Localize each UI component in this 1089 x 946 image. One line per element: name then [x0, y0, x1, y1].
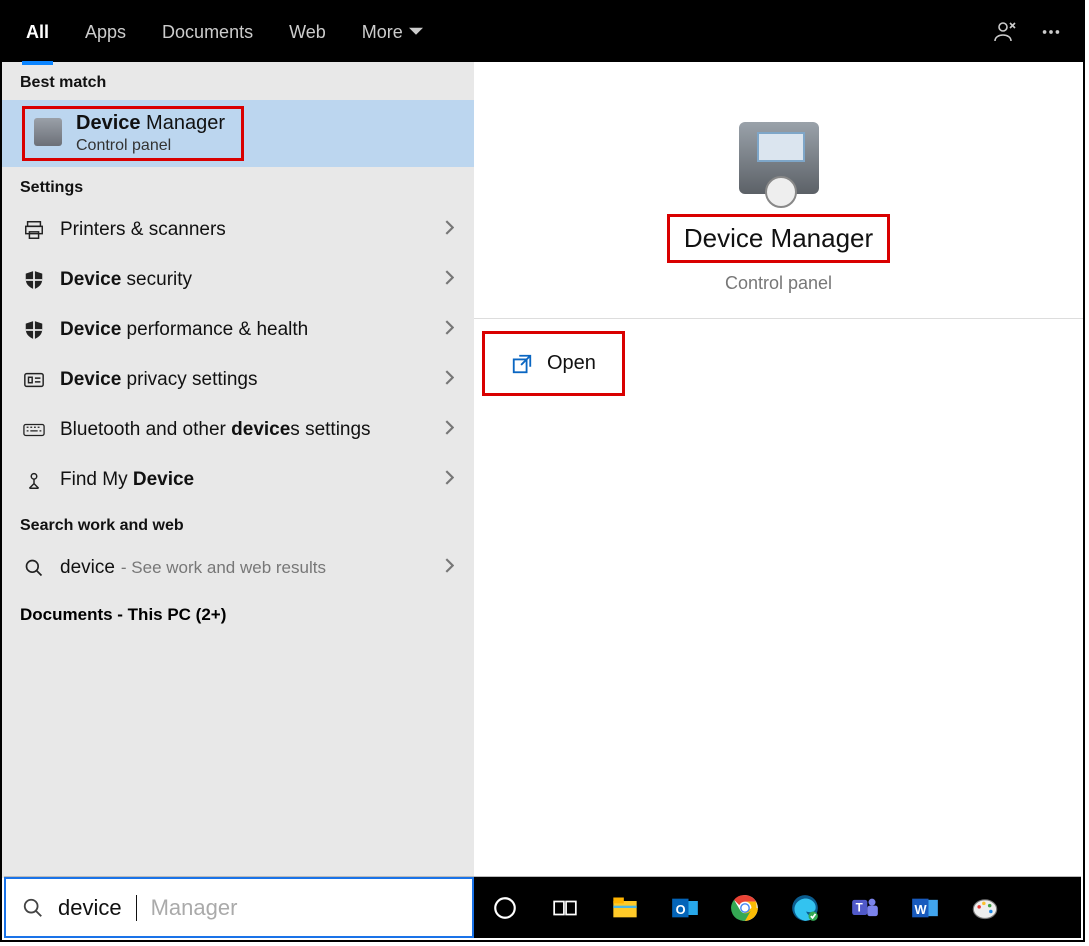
settings-item-label: Device privacy settings — [60, 369, 445, 391]
best-match-subtitle: Control panel — [76, 137, 454, 155]
chevron-right-icon — [445, 470, 454, 490]
printer-icon — [22, 218, 46, 242]
documents-heading: Documents - This PC (2+) — [2, 593, 474, 633]
detail-subtitle: Control panel — [474, 273, 1083, 294]
tab-documents[interactable]: Documents — [158, 4, 257, 61]
taskbar-word-icon[interactable]: W — [908, 891, 942, 925]
chevron-right-icon — [445, 420, 454, 440]
svg-text:W: W — [915, 901, 928, 916]
keyboard-icon — [22, 418, 46, 442]
settings-item-device-performance[interactable]: Device performance & health — [2, 305, 474, 355]
search-icon — [22, 897, 44, 919]
settings-item-label: Find My Device — [60, 469, 445, 491]
tab-all[interactable]: All — [22, 4, 53, 61]
taskbar-outlook-icon[interactable]: O — [668, 891, 702, 925]
best-match-heading: Best match — [2, 62, 474, 100]
settings-item-device-privacy[interactable]: Device privacy settings — [2, 355, 474, 405]
chevron-right-icon — [445, 320, 454, 340]
chevron-right-icon — [445, 558, 454, 578]
taskbar-cortana-icon[interactable] — [488, 891, 522, 925]
search-web-item[interactable]: device - See work and web results — [2, 543, 474, 593]
annotation-highlight: Device Manager — [667, 214, 890, 263]
shield-icon — [22, 268, 46, 292]
settings-item-bluetooth-devices[interactable]: Bluetooth and other devices settings — [2, 405, 474, 455]
taskbar-taskview-icon[interactable] — [548, 891, 582, 925]
best-match-title: Device Manager — [76, 112, 454, 135]
taskbar-file-explorer-icon[interactable] — [608, 891, 642, 925]
chevron-right-icon — [445, 270, 454, 290]
settings-item-label: Device performance & health — [60, 319, 445, 341]
device-manager-icon — [34, 118, 62, 146]
best-match-result[interactable]: Device Manager Control panel — [2, 100, 474, 167]
settings-item-label: Printers & scanners — [60, 219, 445, 241]
open-action[interactable]: Open — [482, 331, 625, 396]
search-icon — [22, 556, 46, 580]
search-work-web-heading: Search work and web — [2, 505, 474, 543]
search-filter-tabs: All Apps Documents Web More — [2, 2, 1083, 62]
more-options-icon[interactable] — [1039, 20, 1063, 44]
svg-text:T: T — [856, 901, 863, 914]
chevron-down-icon — [409, 25, 423, 39]
chevron-right-icon — [445, 220, 454, 240]
open-label: Open — [547, 352, 596, 375]
open-external-icon — [511, 353, 533, 375]
detail-title: Device Manager — [684, 223, 873, 254]
tab-apps[interactable]: Apps — [81, 4, 130, 61]
shield-icon — [22, 318, 46, 342]
settings-item-label: Bluetooth and other devices settings — [60, 419, 445, 441]
taskbar: O T W — [474, 877, 1081, 938]
divider — [474, 318, 1083, 319]
settings-item-label: Device security — [60, 269, 445, 291]
taskbar-paint-icon[interactable] — [968, 891, 1002, 925]
settings-item-find-my-device[interactable]: Find My Device — [2, 455, 474, 505]
svg-text:O: O — [676, 901, 686, 916]
results-panel: Best match Device Manager Control panel … — [2, 62, 474, 878]
chevron-right-icon — [445, 370, 454, 390]
taskbar-teams-icon[interactable]: T — [848, 891, 882, 925]
find-device-icon — [22, 468, 46, 492]
settings-item-device-security[interactable]: Device security — [2, 255, 474, 305]
search-input[interactable]: device Manager — [4, 877, 474, 938]
tab-more[interactable]: More — [358, 4, 427, 61]
details-panel: Device Manager Control panel Open — [474, 62, 1083, 878]
taskbar-chrome-icon[interactable] — [728, 891, 762, 925]
search-typed-text: device — [58, 895, 122, 921]
search-web-tail: - See work and web results — [121, 558, 445, 578]
settings-item-printers-scanners[interactable]: Printers & scanners — [2, 205, 474, 255]
search-web-query: device — [60, 557, 115, 579]
privacy-icon — [22, 368, 46, 392]
tab-web[interactable]: Web — [285, 4, 330, 61]
profile-icon[interactable] — [993, 20, 1017, 44]
settings-heading: Settings — [2, 167, 474, 205]
search-autocomplete-ghost: Manager — [151, 895, 238, 921]
text-cursor — [136, 895, 137, 921]
taskbar-edge-icon[interactable] — [788, 891, 822, 925]
device-manager-large-icon — [739, 122, 819, 194]
